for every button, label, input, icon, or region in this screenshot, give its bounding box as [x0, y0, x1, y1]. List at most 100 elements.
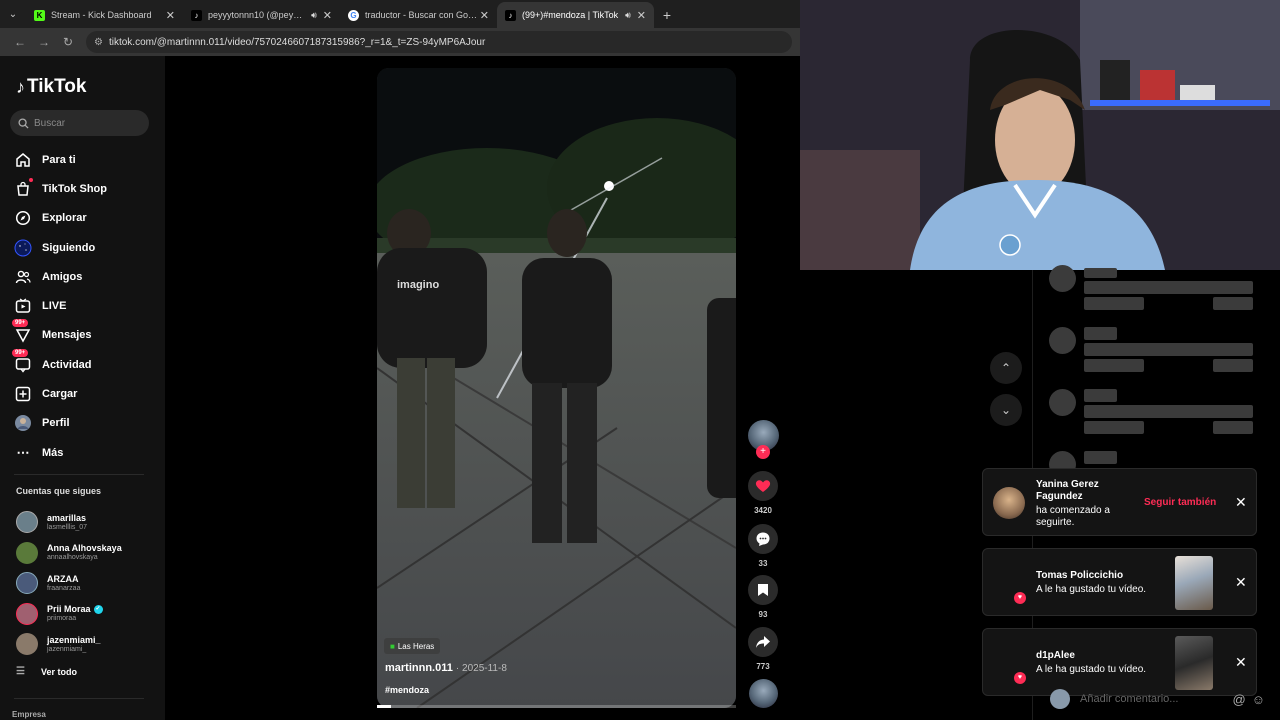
- tiktok-icon: ♪: [191, 9, 202, 21]
- menu-item-actividad[interactable]: 99+ Actividad: [12, 348, 154, 379]
- following-item[interactable]: Prii Moraa ✓ priimoraa: [16, 599, 156, 630]
- skeleton-line: [1084, 343, 1253, 356]
- emoji-icon[interactable]: ☺: [1252, 692, 1265, 707]
- menu-item-para-ti[interactable]: Para ti: [14, 145, 154, 174]
- close-icon[interactable]: ✕: [637, 9, 646, 22]
- site-info-icon[interactable]: ⚙: [94, 37, 103, 48]
- menu-item-perfil[interactable]: Perfil: [14, 409, 154, 438]
- avatar: [16, 541, 38, 564]
- chevron-up-icon: ⌃: [1000, 361, 1012, 375]
- search-icon: [18, 117, 29, 129]
- menu-item-explorar[interactable]: Explorar: [14, 204, 154, 233]
- following-item[interactable]: jazenmiami_ jazenmiami_: [16, 629, 156, 660]
- account-name: ARZAA: [47, 573, 79, 584]
- tiktok-icon: ♪: [505, 9, 516, 21]
- divider: [14, 474, 144, 475]
- browser-tab-bar: ⌄ K Stream - Kick Dashboard ✕ ♪ peyyyton…: [0, 0, 800, 28]
- video-player[interactable]: imagino: [377, 68, 736, 708]
- logo-text: TikTok: [27, 76, 87, 97]
- menu-label: Más: [42, 446, 64, 459]
- previous-video-button[interactable]: ⌃: [990, 352, 1022, 384]
- skeleton-line: [1084, 297, 1144, 310]
- reload-icon[interactable]: ↻: [56, 30, 80, 54]
- skeleton-avatar: [1049, 389, 1076, 416]
- more-icon: ⋯: [16, 444, 30, 460]
- following-item[interactable]: amarillas lasmelllis_07: [16, 507, 156, 538]
- skeleton-line: [1084, 389, 1117, 402]
- back-icon[interactable]: ←: [8, 30, 32, 54]
- video-thumbnail[interactable]: [1175, 636, 1213, 690]
- menu-item-tiktok-shop[interactable]: TikTok Shop: [14, 174, 154, 203]
- author-avatar-button[interactable]: +: [747, 420, 779, 459]
- next-video-button[interactable]: ⌄: [990, 394, 1022, 426]
- following-icon: [14, 239, 32, 257]
- comment-input[interactable]: Añadir comentario...: [1080, 693, 1227, 705]
- tab-search-chevron-icon[interactable]: ⌄: [0, 0, 26, 28]
- menu-item-live[interactable]: LIVE: [14, 291, 154, 320]
- speaker-icon[interactable]: 🔊︎: [311, 10, 317, 21]
- notification-toast[interactable]: Yanina Gerez Fagundez ha comenzado a seg…: [982, 468, 1257, 536]
- speaker-icon[interactable]: 🔊︎: [625, 10, 631, 21]
- account-name: Anna Alhovskaya: [47, 543, 122, 554]
- skeleton-avatar: [1049, 265, 1076, 292]
- menu-item-amigos[interactable]: Amigos: [14, 262, 154, 291]
- svg-text:imagino: imagino: [397, 279, 439, 291]
- forward-icon[interactable]: →: [32, 30, 56, 54]
- video-hashtag[interactable]: #mendoza: [385, 685, 429, 695]
- share-count: 773: [756, 662, 770, 671]
- skeleton-line: [1084, 451, 1117, 464]
- browser-tab-tiktok-active[interactable]: ♪ (99+)#mendoza | TikTok 🔊︎ ✕: [497, 2, 654, 28]
- bookmark-icon: [748, 575, 778, 605]
- video-thumbnail[interactable]: [1175, 556, 1213, 610]
- close-icon[interactable]: ✕: [323, 9, 332, 22]
- date-text: 2025-11-8: [462, 663, 507, 674]
- follow-plus-icon[interactable]: +: [756, 445, 770, 459]
- comment-button[interactable]: 33: [747, 524, 779, 568]
- following-item[interactable]: ARZAA fraanarzaa: [16, 568, 156, 599]
- browser-tab-kick[interactable]: K Stream - Kick Dashboard ✕: [26, 2, 183, 28]
- share-button[interactable]: 773: [747, 627, 779, 671]
- video-author[interactable]: martinnn.011 · 2025-11-8: [385, 662, 507, 674]
- new-tab-button[interactable]: +: [654, 2, 680, 28]
- close-icon[interactable]: ✕: [1235, 494, 1247, 511]
- menu-item-mensajes[interactable]: 99+ Mensajes: [12, 319, 154, 350]
- see-all-button[interactable]: ☰ Ver todo: [16, 666, 77, 677]
- comment-icon: [748, 524, 778, 554]
- url-bar[interactable]: ⚙ tiktok.com/@martinnn.011/video/7570246…: [86, 31, 792, 53]
- search-input[interactable]: Buscar: [10, 110, 149, 136]
- skeleton-line: [1213, 421, 1253, 434]
- avatar: [16, 633, 38, 656]
- footer-link-empresa[interactable]: Empresa: [12, 710, 46, 719]
- skeleton-line: [1084, 281, 1253, 294]
- close-icon[interactable]: ✕: [1235, 654, 1247, 671]
- skeleton-line: [1084, 268, 1117, 278]
- like-button[interactable]: 3420: [747, 471, 779, 515]
- tab-title: traductor - Buscar con Google: [365, 10, 480, 20]
- close-icon[interactable]: ✕: [480, 9, 489, 22]
- skeleton-line: [1213, 359, 1253, 372]
- notification-text: A le ha gustado tu vídeo.: [1036, 664, 1147, 675]
- location-badge[interactable]: ■ Las Heras: [384, 638, 441, 654]
- menu-label: Para ti: [42, 153, 76, 166]
- browser-tab-peyyytonnn[interactable]: ♪ peyyytonnn10 (@peyyytonnn 🔊︎ ✕: [183, 2, 340, 28]
- menu-item-cargar[interactable]: Cargar: [14, 379, 154, 408]
- account-name: Prii Moraa ✓: [47, 604, 103, 614]
- menu-item-mas[interactable]: ⋯ Más: [14, 438, 154, 467]
- sound-avatar-button[interactable]: [747, 679, 779, 708]
- browser-tab-google[interactable]: G traductor - Buscar con Google ✕: [340, 2, 497, 28]
- tiktok-logo[interactable]: ♪ TikTok: [16, 76, 86, 98]
- following-item[interactable]: Anna Alhovskaya annaalhovskaya: [16, 538, 156, 569]
- webcam-overlay: [800, 0, 1280, 270]
- close-icon[interactable]: ✕: [1235, 574, 1247, 591]
- skeleton-line: [1084, 405, 1253, 418]
- close-icon[interactable]: ✕: [166, 9, 175, 22]
- url-text: tiktok.com/@martinnn.011/video/757024660…: [108, 36, 486, 48]
- video-progress-bar[interactable]: [377, 705, 736, 708]
- notification-toast[interactable]: ♥ Tomas Policcichio A le ha gustado tu v…: [982, 548, 1257, 616]
- mention-icon[interactable]: @: [1233, 692, 1246, 707]
- tiktok-sidebar: ♪ TikTok Buscar Para ti TikTok Shop Expl…: [0, 56, 165, 720]
- menu-item-siguiendo[interactable]: Siguiendo: [14, 233, 154, 262]
- notification-toast[interactable]: ♥ d1pAlee A le ha gustado tu vídeo. ✕: [982, 628, 1257, 696]
- bookmark-button[interactable]: 93: [747, 575, 779, 619]
- follow-back-button[interactable]: Seguir también: [1144, 497, 1216, 508]
